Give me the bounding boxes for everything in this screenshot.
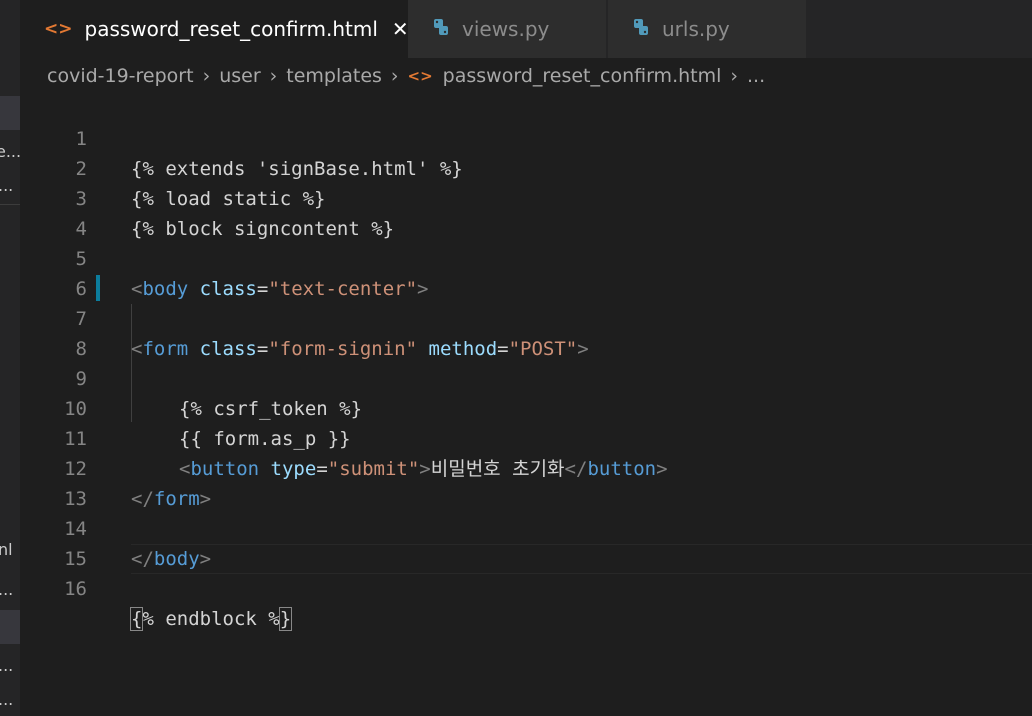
code-line[interactable]: 13 xyxy=(20,454,1032,510)
explorer-hover-row[interactable] xyxy=(0,610,20,644)
chevron-right-icon: › xyxy=(390,65,399,87)
code-line[interactable]: 9 {% csrf_token %} xyxy=(20,334,1032,420)
chevron-right-icon: › xyxy=(202,65,211,87)
line-number: 16 xyxy=(64,578,87,600)
breadcrumb-item[interactable]: covid-19-report xyxy=(47,65,194,87)
chevron-right-icon: › xyxy=(269,65,278,87)
breadcrumb-item[interactable]: templates xyxy=(286,65,382,87)
code-line[interactable]: 12 </form> xyxy=(20,424,1032,510)
explorer-item-fragment[interactable]: ... xyxy=(0,656,13,675)
code-text-inner: % endblock % xyxy=(142,608,280,630)
explorer-selected-row[interactable] xyxy=(0,96,20,130)
python-icon xyxy=(632,18,650,41)
code-line[interactable]: 7 <form class="form-signin" method="POST… xyxy=(20,274,1032,360)
matched-bracket: { xyxy=(129,607,144,631)
code-editor[interactable]: 1 {% extends 'signBase.html' %} 2 {% loa… xyxy=(20,94,1032,716)
editor-tab-bar: <> password_reset_confirm.html ✕ views.p… xyxy=(20,0,1032,58)
code-line[interactable]: 1 {% extends 'signBase.html' %} xyxy=(20,94,1032,180)
code-line[interactable]: 5 <body class="text-center"> xyxy=(20,214,1032,300)
breadcrumb-item[interactable]: password_reset_confirm.html xyxy=(443,65,722,87)
breadcrumb: covid-19-report › user › templates › <> … xyxy=(47,62,765,90)
explorer-divider xyxy=(0,204,20,205)
code-line[interactable]: 4 xyxy=(20,184,1032,240)
tab-urls-py[interactable]: urls.py xyxy=(608,0,806,58)
tab-label: views.py xyxy=(462,17,550,41)
code-line[interactable]: 14 </body> xyxy=(20,484,1032,570)
explorer-sidebar-edge[interactable]: e... ... nl ... ... ... xyxy=(0,0,20,716)
code-line[interactable]: 10 {{ form.as_p }} xyxy=(20,364,1032,450)
explorer-item-fragment[interactable]: ... xyxy=(0,176,13,195)
code-line[interactable]: 6 xyxy=(20,244,1032,300)
matched-bracket: } xyxy=(278,607,293,631)
explorer-item-fragment[interactable]: e... xyxy=(0,142,20,161)
code-line[interactable]: 8 xyxy=(20,304,1032,360)
code-line[interactable]: 2 {% load static %} xyxy=(20,124,1032,210)
close-icon[interactable]: ✕ xyxy=(392,17,409,41)
code-line[interactable]: 11 <button type="submit">비밀번호 초기화</butto… xyxy=(20,394,1032,480)
breadcrumb-item[interactable]: ... xyxy=(747,65,765,87)
tab-label: urls.py xyxy=(662,17,730,41)
code-line[interactable]: 3 {% block signcontent %} xyxy=(20,154,1032,240)
code-line[interactable]: 16 {% endblock %} xyxy=(20,544,1032,631)
explorer-item-fragment[interactable]: ... xyxy=(0,580,13,599)
html-icon: <> xyxy=(407,67,433,85)
code-text: {% endblock %} xyxy=(129,604,293,634)
explorer-item-fragment[interactable]: ... xyxy=(0,690,13,709)
python-icon xyxy=(432,18,450,41)
code-line[interactable]: 15 xyxy=(20,514,1032,570)
explorer-item-fragment[interactable]: nl xyxy=(0,540,13,559)
chevron-right-icon: › xyxy=(730,65,738,87)
html-icon: <> xyxy=(44,19,73,39)
tab-password-reset-confirm[interactable]: <> password_reset_confirm.html ✕ xyxy=(20,0,409,58)
breadcrumb-item[interactable]: user xyxy=(219,65,260,87)
tab-views-py[interactable]: views.py xyxy=(408,0,606,58)
tab-label: password_reset_confirm.html xyxy=(84,17,378,41)
